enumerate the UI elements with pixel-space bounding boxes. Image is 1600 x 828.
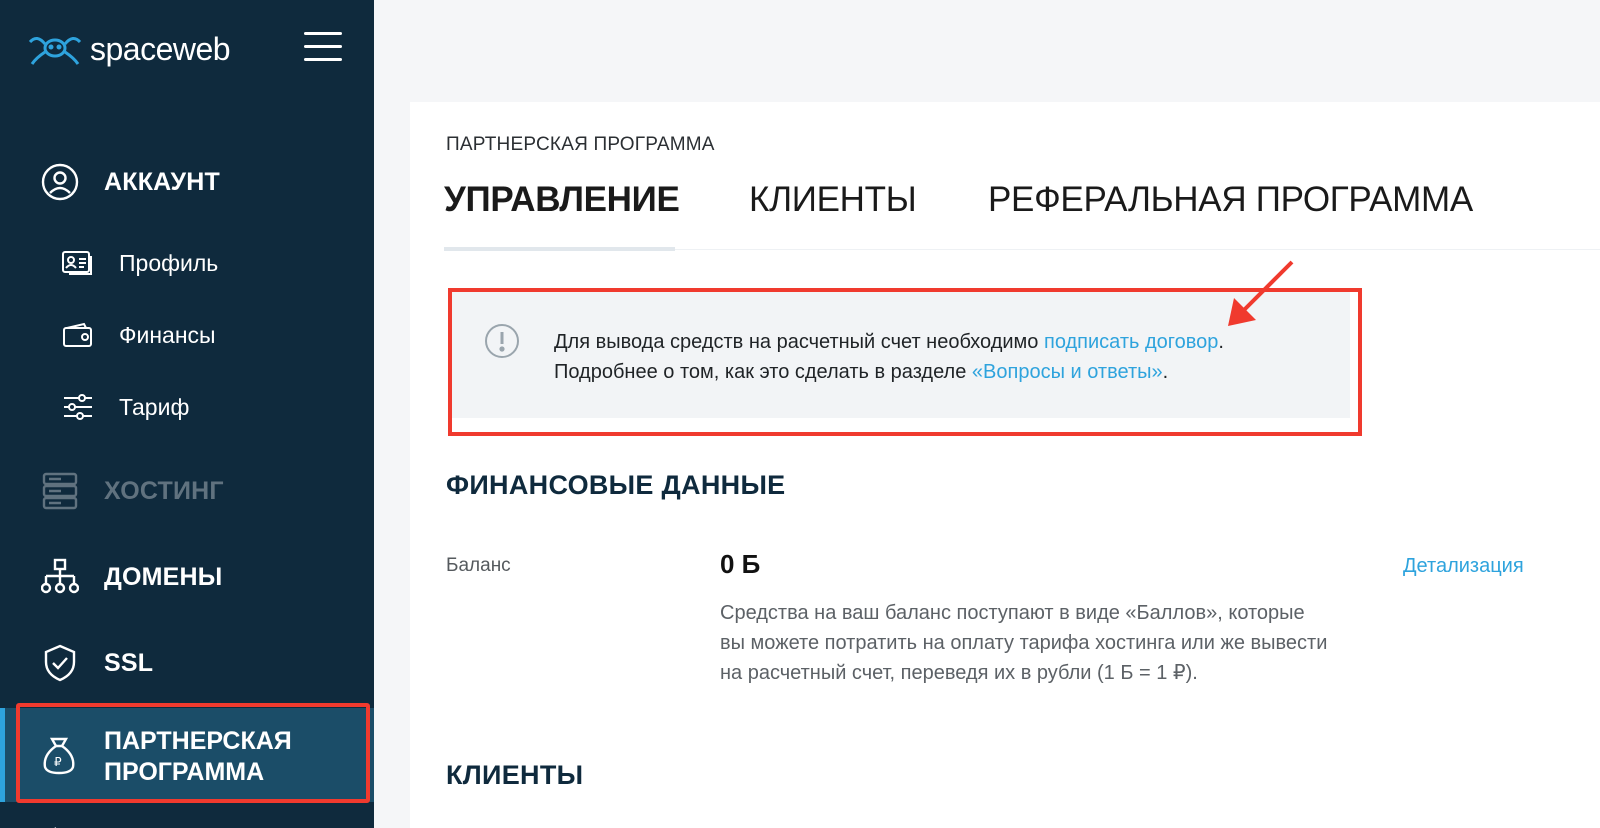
logo[interactable]: spaceweb [28, 28, 231, 71]
wallet-icon [60, 320, 96, 350]
sliders-icon [60, 392, 96, 422]
annotation-arrow-icon [1220, 258, 1296, 335]
sidebar-item-tariff[interactable]: Тариф [0, 392, 374, 422]
server-icon [40, 471, 80, 511]
sidebar-item-label: SSL [104, 648, 154, 677]
sidebar-item-ssl[interactable]: SSL [0, 643, 374, 683]
spider-logo-icon [28, 28, 82, 71]
details-link[interactable]: Детализация [1403, 555, 1524, 578]
balance-value: 0 Б [720, 549, 761, 579]
menu-burger-icon[interactable] [304, 32, 342, 64]
sidebar-item-label: Финансы [119, 321, 216, 348]
id-card-icon [60, 248, 96, 278]
sitemap-icon [40, 557, 80, 597]
sidebar-item-domains[interactable]: ДОМЕНЫ [0, 557, 374, 597]
clients-heading: КЛИЕНТЫ [446, 760, 584, 790]
sidebar-item-label: Профиль [119, 249, 219, 276]
tab-clients[interactable]: КЛИЕНТЫ [749, 180, 917, 220]
finance-heading: ФИНАНСОВЫЕ ДАННЫЕ [446, 470, 786, 500]
user-circle-icon [40, 162, 80, 202]
sidebar-item-label: АККАУНТ [104, 167, 220, 196]
page-section-title: ПАРТНЕРСКАЯ ПРОГРАММА [446, 134, 715, 155]
sidebar-item-label: ДОМЕНЫ [104, 562, 223, 591]
balance-label: Баланс [446, 555, 511, 576]
tab-referral-program[interactable]: РЕФЕРАЛЬНАЯ ПРОГРАММА [988, 180, 1473, 220]
active-indicator [0, 708, 5, 802]
sidebar-item-label: ХОСТИНГ [104, 476, 224, 505]
sidebar-item-finance[interactable]: Финансы [0, 320, 374, 350]
sidebar-item-hosting[interactable]: ХОСТИНГ [0, 471, 374, 511]
sidebar-item-profile[interactable]: Профиль [0, 248, 374, 278]
arrow-right-icon: → [42, 816, 62, 828]
sidebar-item-account[interactable]: АККАУНТ [0, 162, 374, 202]
tab-management[interactable]: УПРАВЛЕНИЕ [444, 180, 680, 220]
annotation-highlight-box [16, 703, 370, 803]
logo-text: spaceweb [90, 31, 231, 67]
shield-check-icon [40, 643, 80, 683]
sidebar-item-label: Тариф [119, 393, 190, 420]
sidebar: spaceweb АККАУНТ Профиль Финансы Тариф Х… [0, 0, 374, 828]
active-tab-underline [444, 247, 675, 251]
tabs-divider [675, 249, 1600, 250]
balance-description: Средства на ваш баланс поступают в виде … [720, 602, 1328, 684]
